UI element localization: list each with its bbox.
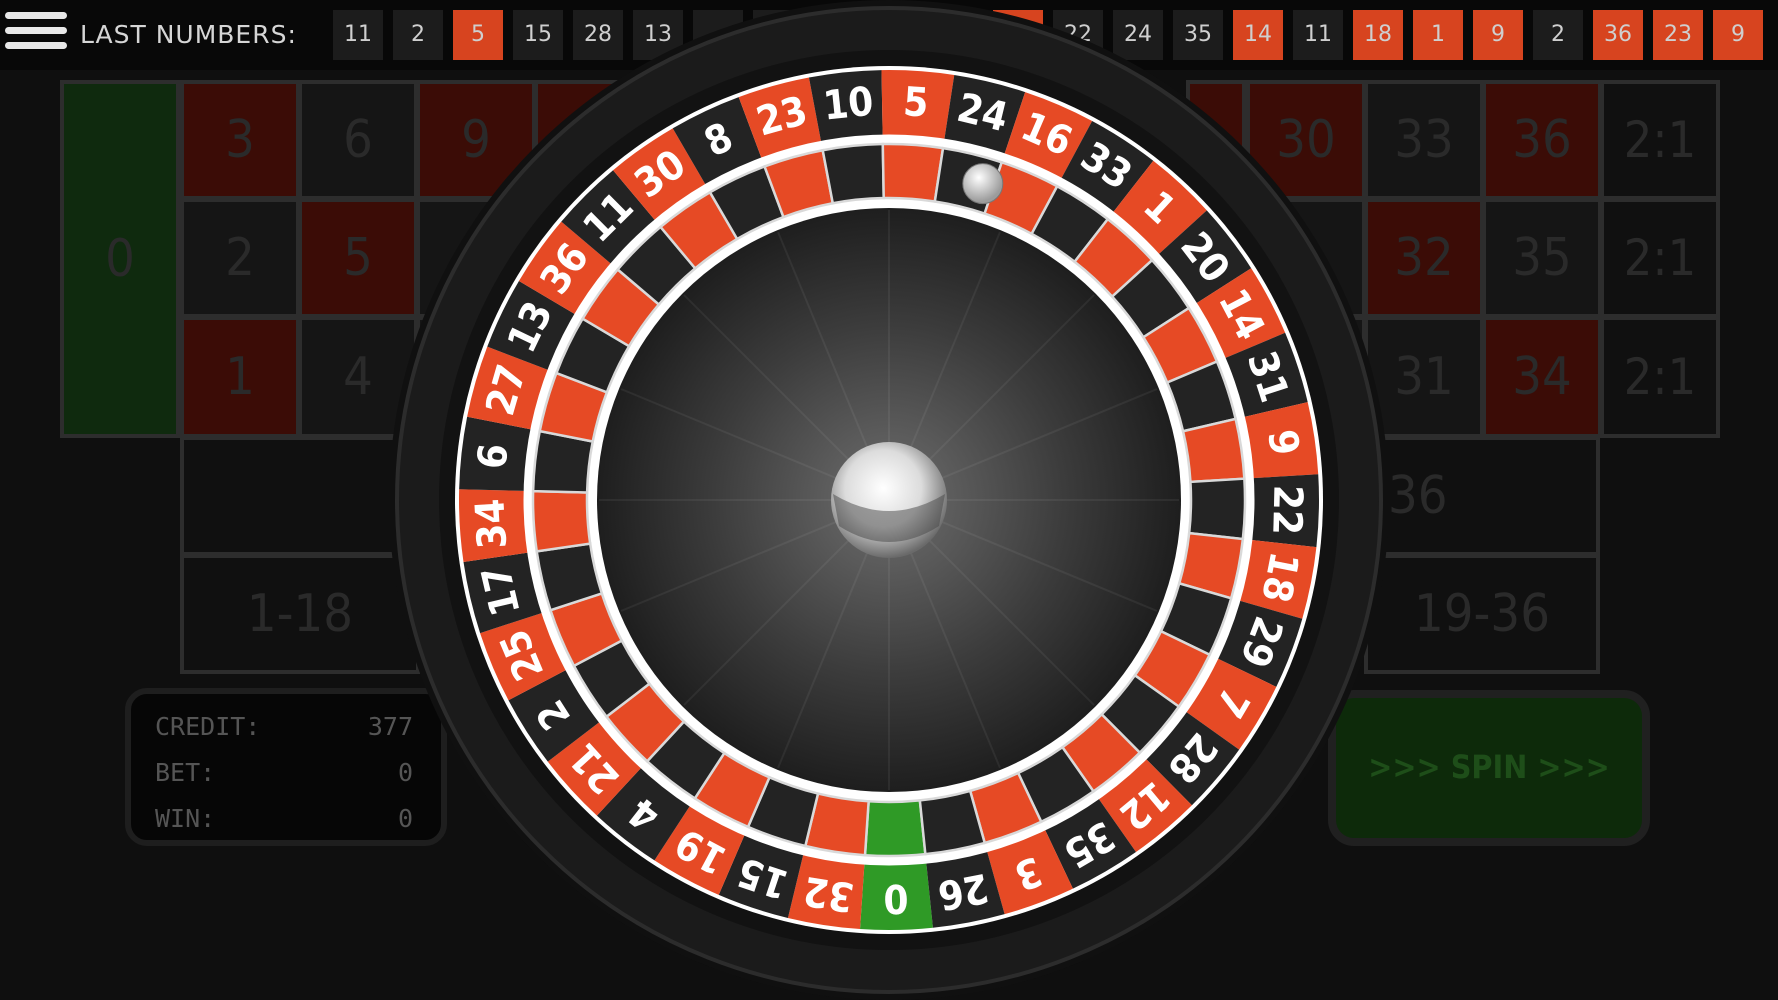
wheel-pocket [863, 799, 927, 858]
wheel-number-label: 18 [1252, 548, 1307, 606]
wheel-number-label: 34 [467, 497, 516, 550]
roulette-wheel: 03215194212251734627133611308 23 10 5 24 1633… [389, 0, 1389, 1000]
wheel-pocket [881, 142, 945, 203]
wheel-pocket [821, 142, 886, 205]
wheel-number-label: 26 [934, 864, 992, 919]
wheel-number-label: 6 [469, 441, 517, 471]
wheel-pocket [1181, 417, 1246, 484]
wheel-pocket [1187, 477, 1247, 541]
wheel-number-label: 22 [1263, 484, 1310, 535]
wheel-number-label: 5 [902, 79, 930, 127]
wheel-pocket [531, 489, 592, 553]
roulette-ball [962, 163, 1004, 205]
wheel-number-label: 32 [800, 867, 856, 920]
wheel-number-label: 10 [821, 79, 876, 130]
wheel-number-label: 0 [883, 875, 909, 921]
